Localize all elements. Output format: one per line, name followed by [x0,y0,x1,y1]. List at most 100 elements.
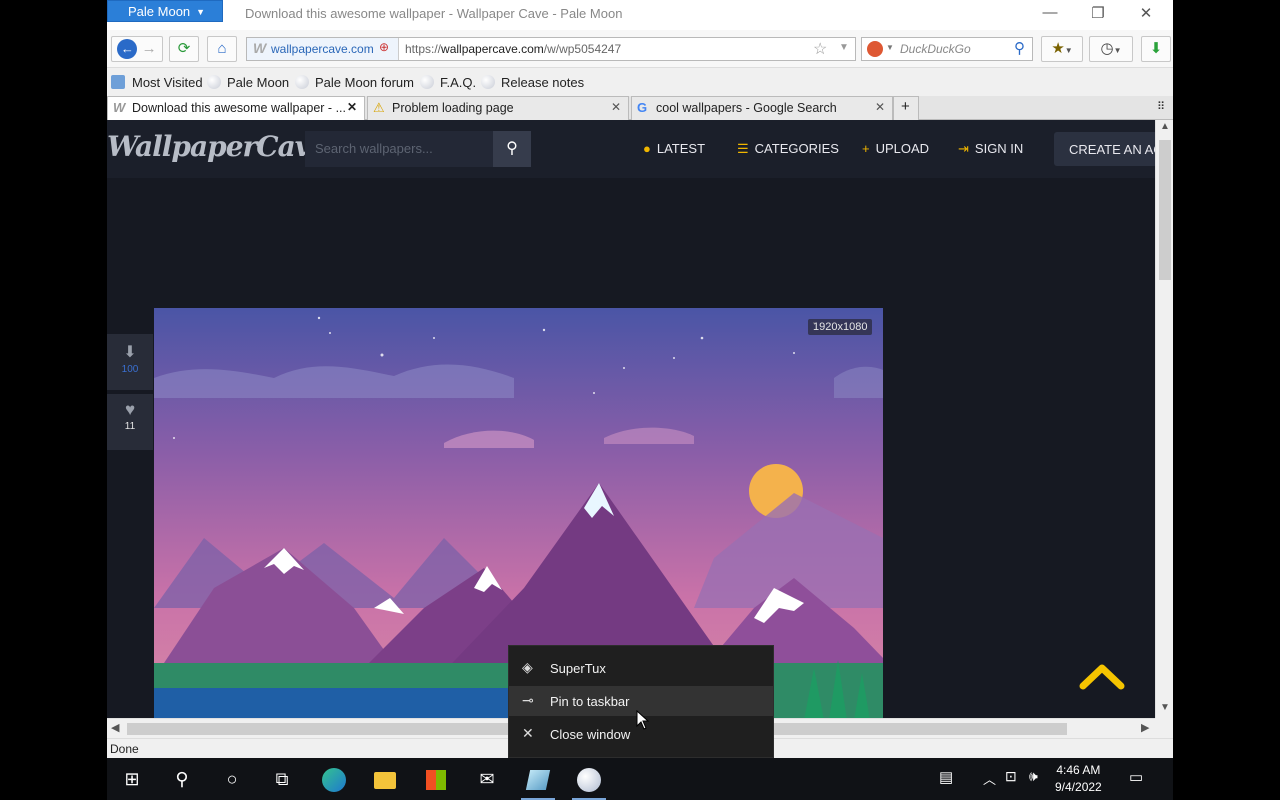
system-clock[interactable]: 4:46 AM 9/4/2022 [1055,762,1102,796]
tab-wallpaper-cave[interactable]: W Download this awesome wallpaper - ... ✕ [107,96,365,120]
tab-problem-loading[interactable]: ⚠ Problem loading page ✕ [367,96,629,120]
caret-down-icon: ▼ [196,7,206,17]
dropdown-icon[interactable]: ▼ [886,43,894,52]
scroll-right-icon[interactable]: ▶ [1141,721,1149,734]
mail-button[interactable]: ✉ [462,758,512,800]
site-search-input[interactable]: Search wallpapers... [305,131,493,167]
vertical-scrollbar[interactable]: ▲ ▼ [1155,120,1173,718]
jumplist-app-supertux[interactable]: ◈ SuperTux [509,653,773,683]
jumplist-label: Close window [550,727,631,742]
site-logo[interactable]: WallpaperCave [107,130,328,163]
volume-icon[interactable]: 🕪 [1029,768,1038,785]
edge-icon [322,768,346,793]
site-header: WallpaperCave Search wallpapers... ⚲ ● LA… [107,120,1155,178]
search-button[interactable]: ⚲ [157,758,207,800]
vertical-scroll-thumb[interactable] [1159,140,1171,280]
bookmark-star-icon[interactable]: ☆ [813,39,827,59]
like-button[interactable]: ♥ 11 [107,394,153,450]
close-tab-icon[interactable]: ✕ [875,100,885,114]
pale-moon-taskbar-button[interactable] [564,758,614,800]
network-icon[interactable]: ⊡ [1005,768,1017,785]
notification-icon[interactable]: ▭ [1129,768,1143,786]
history-icon[interactable]: ◷▼ [1089,36,1133,62]
edge-button[interactable] [309,758,359,800]
forward-arrow-icon[interactable]: → [142,40,157,57]
scroll-left-icon[interactable]: ◀ [111,721,119,734]
news-icon[interactable]: ▤ [939,768,953,786]
supertux-taskbar-button[interactable] [513,758,563,800]
most-visited-icon [111,75,125,89]
tab-label: cool wallpapers - Google Search [656,101,837,115]
bookmark-label: Pale Moon [227,75,290,90]
back-to-top-button[interactable] [1079,660,1125,695]
nav-categories[interactable]: ☰ CATEGORIES [737,141,839,157]
back-forward-buttons[interactable]: ← → [111,36,163,62]
resolution-badge: 1920x1080 [808,319,873,335]
mail-icon: ✉ [479,769,495,789]
search-bar[interactable]: ▼ DuckDuckGo ⚲ [861,37,1033,61]
bookmark-pale-moon[interactable]: Pale Moon [207,75,289,90]
close-tab-icon[interactable]: ✕ [611,100,621,114]
bookmark-most-visited[interactable]: Most Visited [111,75,203,90]
bookmark-faq[interactable]: F.A.Q. [420,75,476,90]
taskbar-jump-list: ◈ SuperTux ⊸ Pin to taskbar ✕ Close window [508,645,774,758]
site-identity[interactable]: Wwallpapercave.com ⊕ [247,38,399,60]
bookmark-label: Most Visited [132,75,203,90]
cortana-icon: ○ [226,769,238,789]
tab-google-search[interactable]: Gcool wallpapers - Google Search ✕ [631,96,893,120]
back-arrow-icon[interactable]: ← [117,39,138,59]
url-prefix: https:// [405,42,442,56]
nav-sign-in[interactable]: ⇥ SIGN IN [958,141,1023,157]
windows-icon: ⊞ [124,769,140,789]
plus-icon: + [901,98,910,115]
restore-button[interactable]: ❐ [1083,4,1113,24]
folder-icon [374,771,396,789]
nav-latest[interactable]: ● LATEST [643,141,705,156]
minimize-button[interactable]: — [1035,4,1065,24]
bookmark-pale-moon-forum[interactable]: Pale Moon forum [295,75,414,90]
page-content: WallpaperCave Search wallpapers... ⚲ ● LA… [107,120,1155,720]
file-explorer-button[interactable] [360,758,410,800]
scroll-up-icon[interactable]: ▲ [1160,121,1170,132]
sign-in-icon: ⇥ [958,141,969,156]
nav-upload[interactable]: + UPLOAD [862,141,929,156]
close-tab-icon[interactable]: ✕ [347,100,357,114]
url-bar[interactable]: Wwallpapercave.com ⊕ https://wallpapercav… [246,37,856,61]
cortana-button[interactable]: ○ [207,758,257,800]
bookmarks-menu-icon[interactable]: ★▼ [1041,36,1083,62]
globe-icon [420,75,434,89]
dropdown-icon[interactable]: ▼ [839,42,849,53]
title-bar: Pale Moon ▼ Download this awesome wallpap… [107,0,1173,30]
reload-icon[interactable]: ⟳ [169,36,199,62]
download-button[interactable]: ⬇ 100 [107,334,153,390]
site-search-button[interactable]: ⚲ [493,131,531,167]
globe-icon [295,75,309,89]
new-tab-button[interactable]: + [893,96,919,120]
clock-date: 9/4/2022 [1055,780,1102,794]
task-view-button[interactable]: ⧉ [257,758,307,800]
url-text[interactable]: https://wallpapercave.com/w/wp5054247 [405,42,621,56]
mouse-cursor [636,709,650,733]
downloads-icon[interactable]: ⬇ [1141,36,1171,62]
close-window-button[interactable]: ✕ [1131,4,1161,24]
scroll-down-icon[interactable]: ▼ [1160,702,1170,713]
bookmark-release-notes[interactable]: Release notes [481,75,584,90]
clock-icon: ● [643,141,651,156]
start-button[interactable]: ⊞ [107,758,157,800]
home-icon[interactable]: ⌂ [207,36,237,62]
chevron-up-icon[interactable]: ︿ [983,769,996,788]
identity-domain: wallpapercave.com [271,42,374,56]
search-input[interactable]: DuckDuckGo [900,42,971,56]
bookmark-label: Pale Moon forum [315,75,414,90]
store-icon [426,770,446,791]
tab-label: Problem loading page [392,101,514,115]
pin-icon: ⊸ [522,692,534,708]
download-icon: ⬇ [123,344,137,361]
url-host: wallpapercave.com [441,42,544,56]
store-button[interactable] [411,758,461,800]
app-menu-button[interactable]: Pale Moon ▼ [107,0,223,22]
tab-list-icon[interactable]: ⠿ [1157,100,1165,113]
duckduckgo-icon[interactable] [867,41,883,57]
search-icon[interactable]: ⚲ [1014,39,1025,57]
create-account-button[interactable]: CREATE AN AC [1054,132,1155,166]
